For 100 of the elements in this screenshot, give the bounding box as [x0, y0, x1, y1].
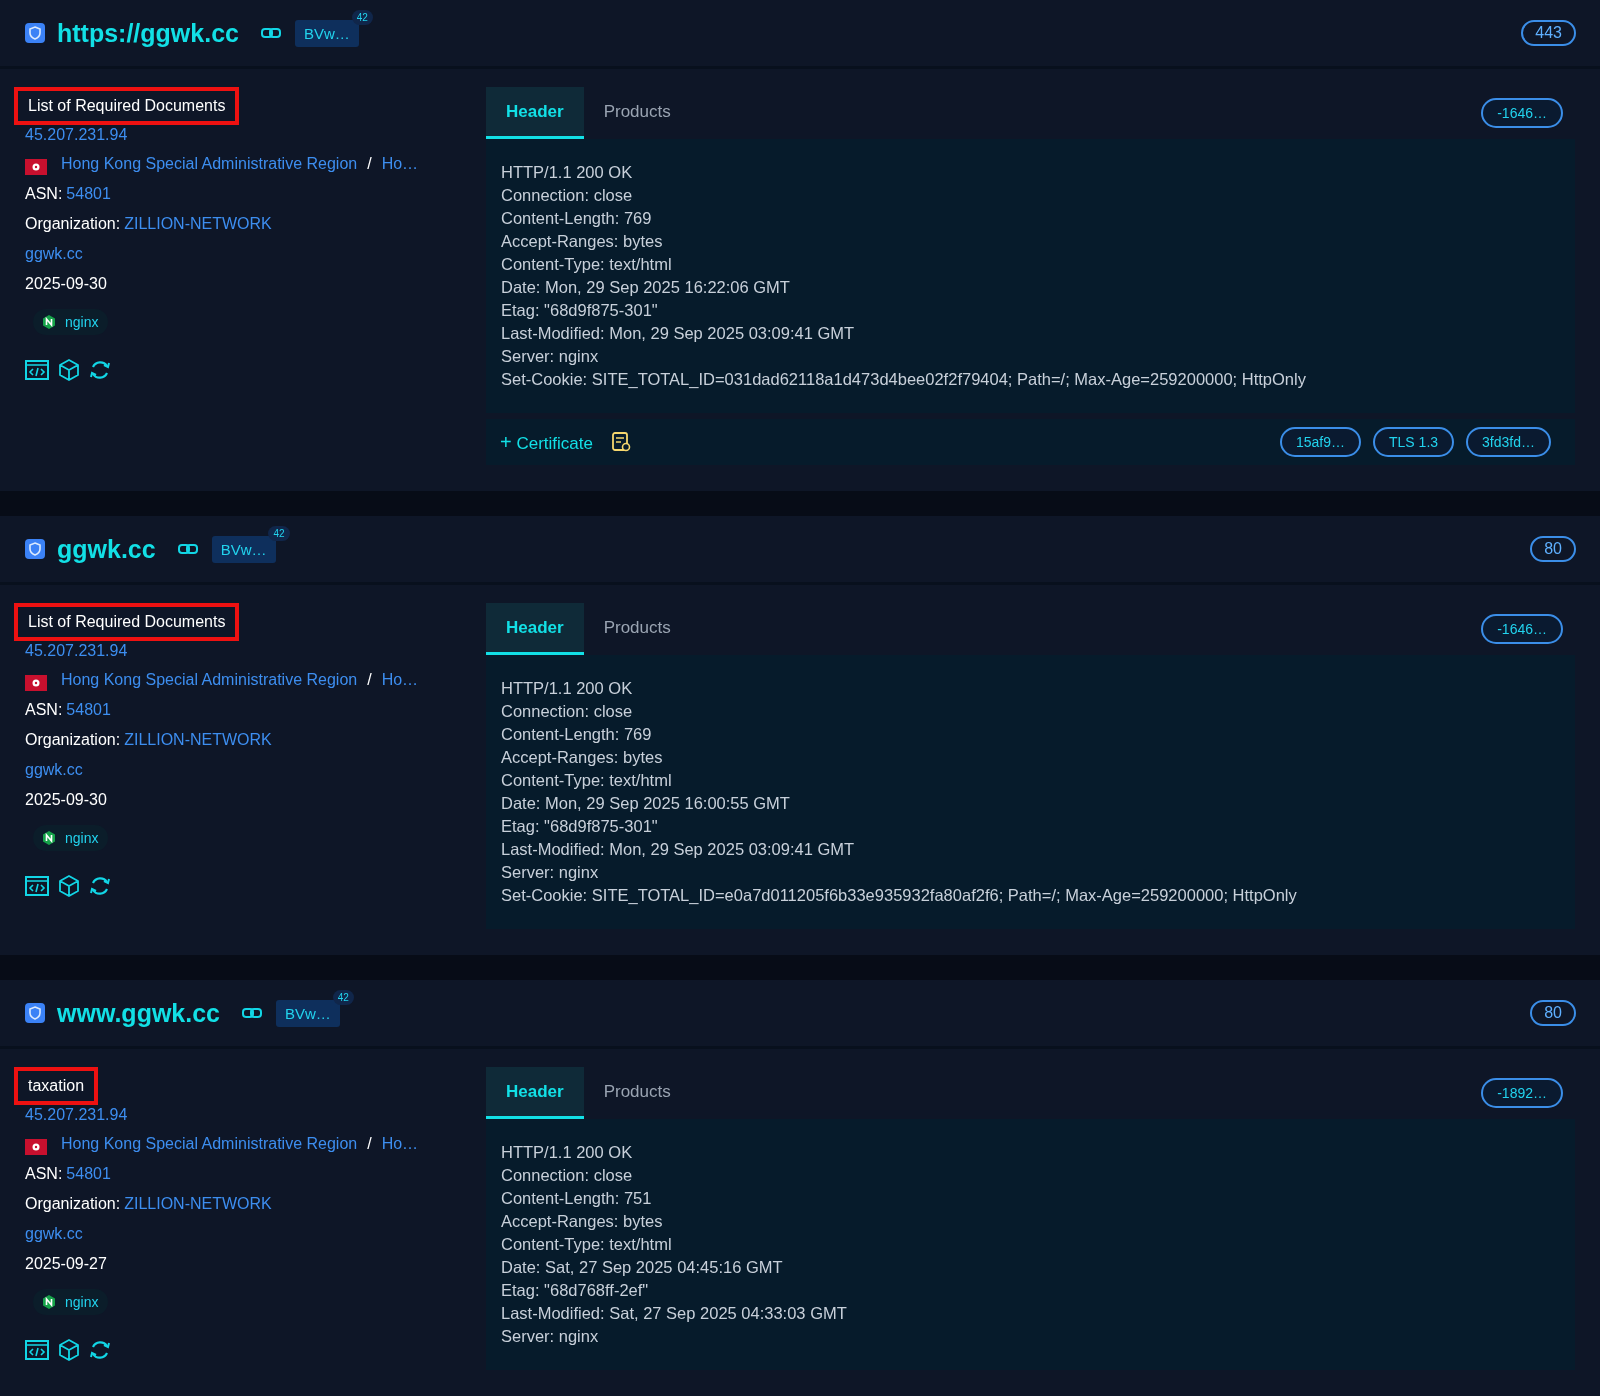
asn-link[interactable]: 54801	[66, 185, 111, 203]
date-text: 2025-09-27	[25, 1254, 107, 1274]
separator: /	[367, 671, 372, 689]
hash-badge[interactable]: -1646…	[1481, 98, 1563, 128]
header-line: Set-Cookie: SITE_TOTAL_ID=031dad62118a1d473d4bee02f2f79404; Path=/; Max-Age=259200000; HttpOnly	[501, 369, 1307, 390]
city-link[interactable]: Ho…	[381, 671, 419, 689]
cube-icon[interactable]	[59, 1339, 79, 1361]
header-line: Content-Type: text/html	[501, 770, 673, 791]
header-line: Connection: close	[501, 701, 634, 722]
tag[interactable]: BVw…	[276, 999, 340, 1027]
header-line: Etag: "68d9f875-301"	[501, 300, 659, 321]
refresh-icon[interactable]	[89, 875, 111, 897]
city-link[interactable]: Ho…	[381, 1135, 419, 1153]
link-icon[interactable]	[242, 1007, 262, 1019]
cube-icon[interactable]	[59, 359, 79, 381]
flag-icon	[25, 1139, 47, 1155]
city-link[interactable]: Ho…	[381, 155, 419, 173]
certificate-icon[interactable]	[610, 432, 631, 452]
port-badge[interactable]: 443	[1521, 20, 1576, 46]
header-line: Content-Type: text/html	[501, 1234, 673, 1255]
header-line: Server: nginx	[501, 346, 600, 367]
count-badge: 42	[268, 525, 290, 541]
organization-link[interactable]: ZILLION-NETWORK	[124, 731, 272, 749]
header-line: Last-Modified: Mon, 29 Sep 2025 03:09:41 GMT	[501, 323, 856, 344]
shield-icon	[25, 539, 45, 559]
host-link[interactable]: ggwk.cc	[57, 534, 156, 564]
organization-label: Organization:	[25, 215, 121, 233]
header-line: Date: Mon, 29 Sep 2025 16:22:06 GMT	[501, 277, 791, 298]
header-line: HTTP/1.1 200 OK	[501, 678, 634, 699]
asn-label: ASN:	[25, 701, 63, 719]
domain-link[interactable]: ggwk.cc	[25, 239, 83, 269]
tab[interactable]: Header	[486, 1067, 584, 1119]
header-line: Set-Cookie: SITE_TOTAL_ID=e0a7d011205f6b33e935932fa80af2f6; Path=/; Max-Age=259200000; HttpOnly	[501, 885, 1298, 906]
page-title: List of Required Documents	[14, 87, 240, 125]
refresh-icon[interactable]	[89, 359, 111, 381]
product-chip[interactable]: nginx	[33, 825, 109, 851]
tab[interactable]: Header	[486, 87, 584, 139]
separator: /	[367, 1135, 372, 1153]
tab[interactable]: Products	[583, 1067, 691, 1119]
link-icon[interactable]	[177, 543, 198, 555]
asn-link[interactable]: 54801	[66, 701, 111, 719]
header-line: Server: nginx	[501, 1326, 600, 1347]
tag[interactable]: BVw…	[294, 19, 359, 47]
header-line: Connection: close	[501, 185, 634, 206]
certificate-chip[interactable]: TLS 1.3	[1373, 427, 1455, 457]
certificate-chip[interactable]: 15af9…	[1280, 427, 1362, 457]
organization-link[interactable]: ZILLION-NETWORK	[124, 215, 272, 233]
header-line: Accept-Ranges: bytes	[501, 747, 664, 768]
ip-link[interactable]: 45.207.231.94	[25, 641, 128, 661]
port-badge[interactable]: 80	[1530, 1000, 1576, 1026]
flag-icon	[25, 159, 47, 175]
shield-icon	[25, 1003, 45, 1023]
ip-link[interactable]: 45.207.231.94	[25, 1105, 128, 1125]
organization-link[interactable]: ZILLION-NETWORK	[124, 1195, 272, 1213]
certificate-chip[interactable]: 3fd3fd…	[1466, 427, 1551, 457]
organization-label: Organization:	[25, 1195, 121, 1213]
date-text: 2025-09-30	[25, 274, 107, 294]
code-window-icon[interactable]	[25, 876, 49, 896]
asn-label: ASN:	[25, 185, 63, 203]
header-line: Last-Modified: Sat, 27 Sep 2025 04:33:03 GMT	[501, 1303, 848, 1324]
domain-link[interactable]: ggwk.cc	[25, 755, 83, 785]
region-link[interactable]: Hong Kong Special Administrative Region	[61, 1135, 358, 1153]
hash-badge[interactable]: -1892…	[1481, 1078, 1563, 1108]
tag[interactable]: BVw…	[211, 535, 276, 563]
header-line: Server: nginx	[501, 862, 600, 883]
asn-link[interactable]: 54801	[66, 1165, 111, 1183]
tab[interactable]: Products	[583, 87, 691, 139]
code-window-icon[interactable]	[25, 360, 49, 380]
port-badge[interactable]: 80	[1530, 536, 1576, 562]
count-badge: 42	[332, 989, 354, 1005]
header-line: Date: Sat, 27 Sep 2025 04:45:16 GMT	[501, 1257, 784, 1278]
hash-badge[interactable]: -1646…	[1481, 614, 1563, 644]
host-link[interactable]: https://ggwk.cc	[57, 18, 239, 48]
header-line: Content-Type: text/html	[501, 254, 673, 275]
product-chip[interactable]: nginx	[33, 1289, 109, 1315]
ip-link[interactable]: 45.207.231.94	[25, 125, 128, 145]
header-line: Content-Length: 769	[501, 724, 653, 745]
tab[interactable]: Products	[583, 603, 691, 655]
flag-icon	[25, 675, 47, 691]
certificate-button[interactable]: + Certificate	[500, 430, 593, 454]
header-line: HTTP/1.1 200 OK	[501, 1142, 634, 1163]
code-window-icon[interactable]	[25, 1340, 49, 1360]
product-chip[interactable]: nginx	[33, 309, 109, 335]
page-title: List of Required Documents	[14, 603, 240, 641]
region-link[interactable]: Hong Kong Special Administrative Region	[61, 671, 358, 689]
hexagon-icon	[41, 314, 57, 330]
refresh-icon[interactable]	[89, 1339, 111, 1361]
header-line: Content-Length: 769	[501, 208, 653, 229]
cube-icon[interactable]	[59, 875, 79, 897]
header-line: Accept-Ranges: bytes	[501, 1211, 664, 1232]
hexagon-icon	[41, 1294, 57, 1310]
page-title: taxation	[14, 1067, 99, 1105]
host-link[interactable]: www.ggwk.cc	[57, 998, 220, 1028]
region-link[interactable]: Hong Kong Special Administrative Region	[61, 155, 358, 173]
header-line: HTTP/1.1 200 OK	[501, 162, 634, 183]
tab[interactable]: Header	[486, 603, 584, 655]
count-badge: 42	[351, 9, 373, 25]
link-icon[interactable]	[260, 27, 281, 39]
asn-label: ASN:	[25, 1165, 63, 1183]
domain-link[interactable]: ggwk.cc	[25, 1219, 83, 1249]
